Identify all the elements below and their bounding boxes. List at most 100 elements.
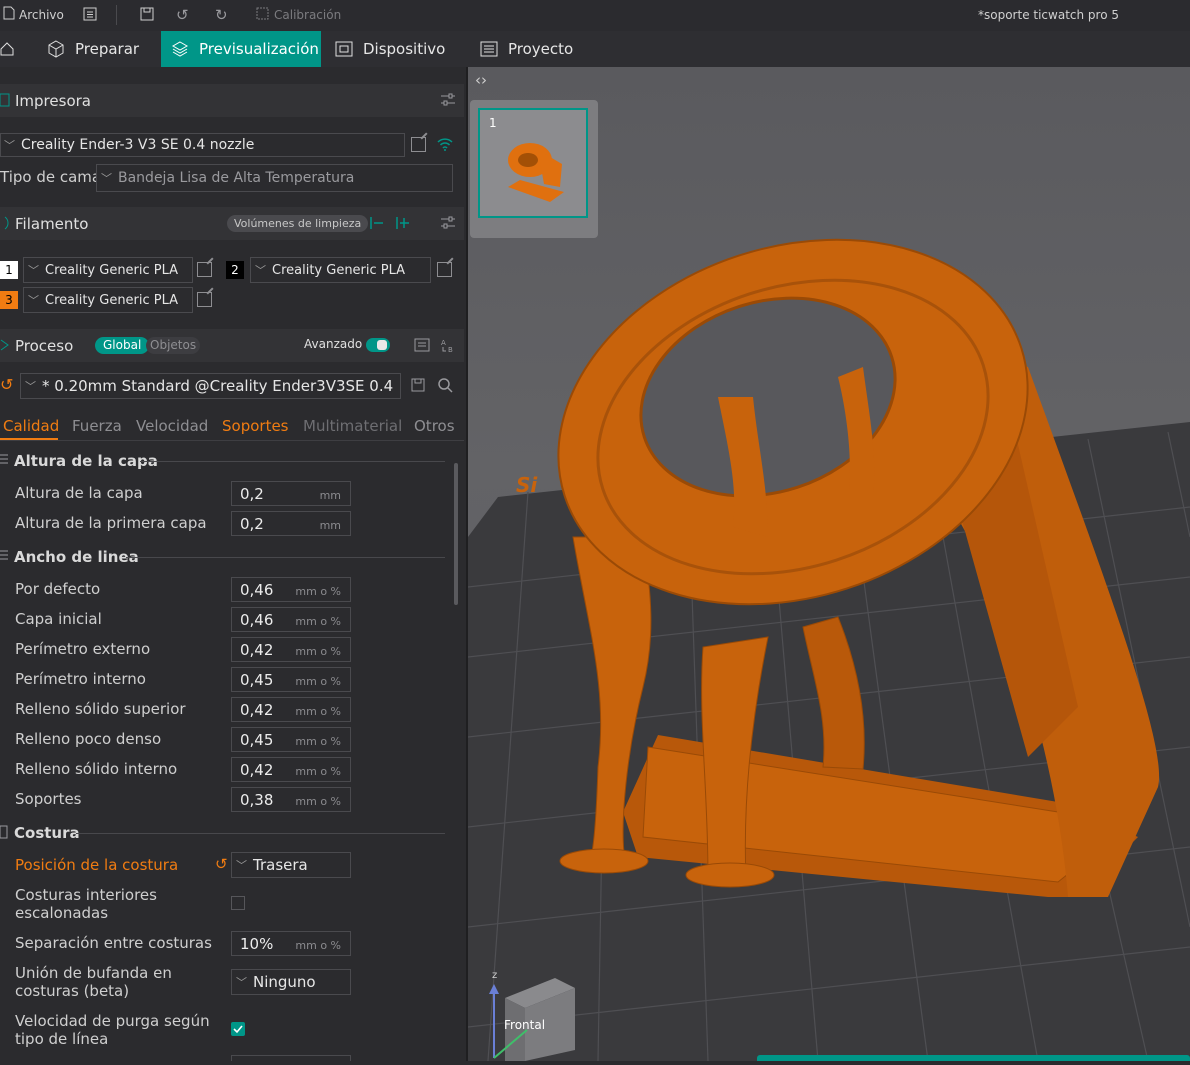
first-layer-height-input[interactable]: 0,2 mm <box>231 511 351 536</box>
view-cube-graphic <box>489 978 575 1061</box>
filament-slot-3-select[interactable]: ﹀ Creality Generic PLA <box>23 287 193 313</box>
settings-sliders-icon[interactable] <box>440 92 456 108</box>
collapse-sidebar-icon[interactable]: ‹› <box>475 71 487 89</box>
tab-supports[interactable]: Soportes <box>222 417 289 435</box>
line-width-row-label: Soportes <box>15 790 82 808</box>
filament-section-header[interactable]: Filamento Volúmenes de limpieza <box>0 207 464 240</box>
first-layer-height-label: Altura de la primera capa <box>15 514 207 532</box>
view-cube[interactable]: z Frontal <box>487 970 597 1061</box>
chevron-down-icon: ﹀ <box>4 139 15 152</box>
ab-compare-icon[interactable]: AB <box>440 337 456 353</box>
line-width-value: 0,38 <box>240 791 274 809</box>
filament-slot-1-badge[interactable]: 1 <box>0 261 18 279</box>
unit-label: mm <box>319 519 341 532</box>
tab-preview[interactable]: Previsualización <box>161 31 321 67</box>
line-width-value: 0,45 <box>240 671 274 689</box>
line-width-input[interactable]: 0,42 mm o % <box>231 697 351 722</box>
seam-group-title: Costura <box>14 824 80 842</box>
chevron-down-icon: ﹀ <box>101 172 112 185</box>
scarf-seam-select[interactable]: ﹀ Ninguno <box>231 969 351 995</box>
line-width-input[interactable]: 0,46 mm o % <box>231 577 351 602</box>
seam-gap-input[interactable]: 10% mm o % <box>231 931 351 956</box>
reset-seam-icon[interactable]: ↺ <box>215 855 228 873</box>
scarf-seam-label-1: Unión de bufanda en <box>15 964 172 982</box>
process-preset-select[interactable]: ﹀ * 0.20mm Standard @Creality Ender3V3SE… <box>20 373 401 399</box>
tabs-divider <box>0 440 464 441</box>
printer-section-header[interactable]: Impresora <box>0 84 464 117</box>
line-width-input[interactable]: 0,45 mm o % <box>231 727 351 752</box>
wipe-speed-label-1: Velocidad de purga según <box>15 1012 210 1030</box>
edit-filament-3-icon[interactable] <box>197 292 212 307</box>
compare-icon[interactable] <box>414 337 430 353</box>
tab-speed[interactable]: Velocidad <box>136 417 208 435</box>
staggered-seams-checkbox[interactable] <box>231 896 245 910</box>
svg-text:B: B <box>448 346 453 353</box>
save-icon[interactable] <box>140 7 154 24</box>
menu-list-icon[interactable] <box>83 7 97 24</box>
reset-icon[interactable]: ↺ <box>0 375 13 394</box>
undo-icon[interactable]: ↺ <box>176 6 189 24</box>
home-button[interactable] <box>0 31 18 67</box>
next-field-input[interactable] <box>231 1055 351 1061</box>
printer-select-value: Creality Ender-3 V3 SE 0.4 nozzle <box>21 137 255 153</box>
edit-printer-icon[interactable] <box>411 137 426 152</box>
layer-height-input[interactable]: 0,2 mm <box>231 481 351 506</box>
tab-prepare[interactable]: Preparar <box>47 31 139 67</box>
process-preset-value: * 0.20mm Standard @Creality Ender3V3SE 0… <box>42 377 394 395</box>
file-menu[interactable]: Archivo <box>19 8 64 22</box>
line-width-row-label: Capa inicial <box>15 610 102 628</box>
line-width-input[interactable]: 0,46 mm o % <box>231 607 351 632</box>
tab-device[interactable]: Dispositivo <box>335 31 445 67</box>
chevron-down-icon: ﹀ <box>28 294 39 307</box>
objects-toggle[interactable]: Objetos <box>146 337 201 354</box>
unit-label: mm <box>319 489 341 502</box>
tab-others[interactable]: Otros <box>414 417 455 435</box>
calibration-menu[interactable]: Calibración <box>274 8 341 22</box>
filament-slot-3-badge[interactable]: 3 <box>0 291 18 309</box>
global-toggle[interactable]: Global <box>95 337 150 354</box>
process-icon <box>0 339 9 351</box>
line-width-input[interactable]: 0,42 mm o % <box>231 757 351 782</box>
settings-scrollbar[interactable] <box>454 463 458 605</box>
advanced-label: Avanzado <box>304 337 363 351</box>
line-width-value: 0,46 <box>240 581 274 599</box>
settings-sliders-icon[interactable] <box>440 215 456 231</box>
plate-thumbnail-frame[interactable]: 1 <box>478 108 588 218</box>
edit-filament-2-icon[interactable] <box>437 262 452 277</box>
tab-project[interactable]: Proyecto <box>480 31 573 67</box>
tab-strength[interactable]: Fuerza <box>72 417 122 435</box>
wifi-icon[interactable] <box>437 136 453 152</box>
line-width-input[interactable]: 0,38 mm o % <box>231 787 351 812</box>
line-width-input[interactable]: 0,45 mm o % <box>231 667 351 692</box>
slice-button-edge[interactable] <box>757 1055 1190 1061</box>
add-filament-icon[interactable] <box>394 215 410 231</box>
flush-volumes-button[interactable]: Volúmenes de limpieza <box>227 215 369 232</box>
filament-slot-1-select[interactable]: ﹀ Creality Generic PLA <box>23 257 193 283</box>
svg-text:A: A <box>441 339 446 347</box>
redo-icon[interactable]: ↻ <box>215 6 228 24</box>
line-width-input[interactable]: 0,42 mm o % <box>231 637 351 662</box>
printer-select[interactable]: ﹀ Creality Ender-3 V3 SE 0.4 nozzle <box>0 133 405 157</box>
line-width-group-icon <box>0 550 8 560</box>
seam-gap-value: 10% <box>240 935 274 953</box>
unit-label: mm o % <box>295 939 341 952</box>
filament-icon <box>4 216 9 230</box>
filament-slot-2-select[interactable]: ﹀ Creality Generic PLA <box>250 257 431 283</box>
save-preset-icon[interactable] <box>411 378 426 393</box>
bed-type-select[interactable]: ﹀ Bandeja Lisa de Alta Temperatura <box>96 164 453 192</box>
edit-filament-1-icon[interactable] <box>197 262 212 277</box>
file-icon[interactable] <box>3 6 15 23</box>
advanced-switch[interactable] <box>366 338 390 352</box>
project-icon <box>480 41 498 57</box>
calibration-icon[interactable] <box>256 7 269 23</box>
bed-type-value: Bandeja Lisa de Alta Temperatura <box>118 170 355 186</box>
tab-quality[interactable]: Calidad <box>3 417 59 435</box>
line-width-row-label: Relleno sólido interno <box>15 760 178 778</box>
wipe-speed-checkbox[interactable] <box>231 1022 245 1036</box>
seam-position-select[interactable]: ﹀ Trasera <box>231 852 351 878</box>
filament-slot-2-badge[interactable]: 2 <box>226 261 244 279</box>
line-width-value: 0,42 <box>240 641 274 659</box>
tab-multimaterial[interactable]: Multimaterial <box>303 417 402 435</box>
search-icon[interactable] <box>437 377 453 393</box>
remove-filament-icon[interactable] <box>368 215 384 231</box>
